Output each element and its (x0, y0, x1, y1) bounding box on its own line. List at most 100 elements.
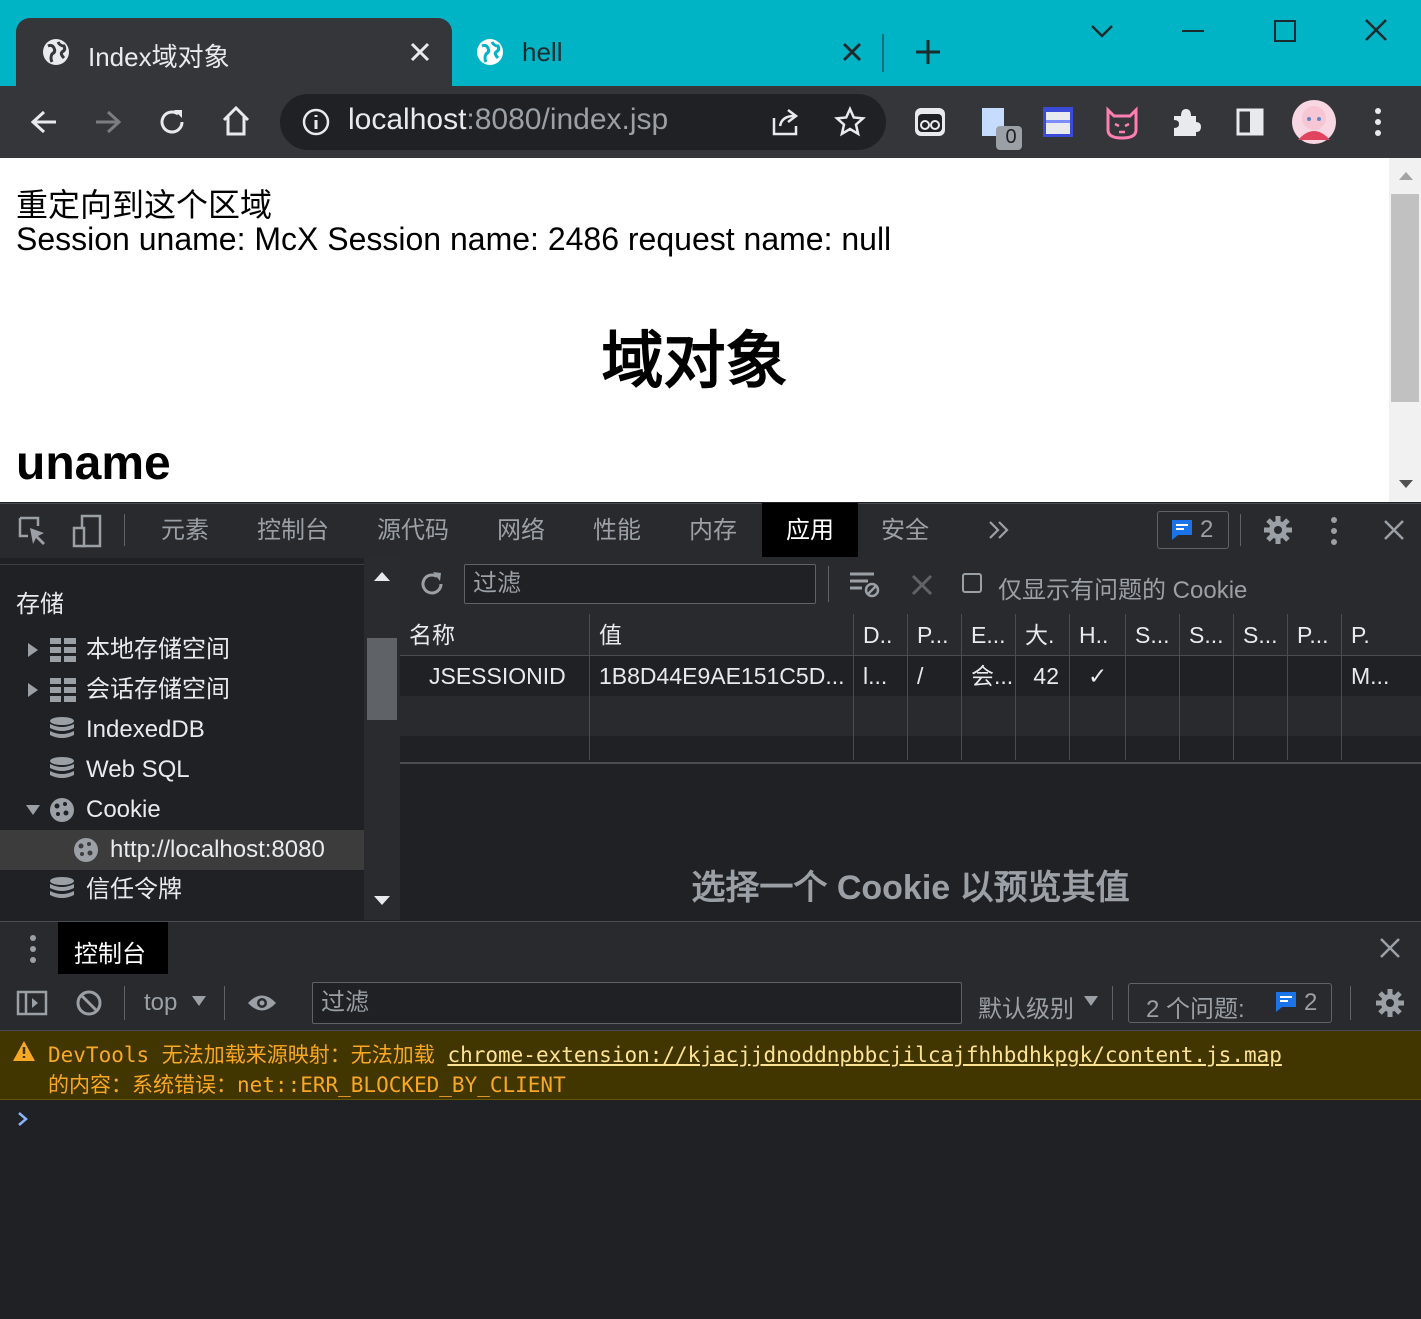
devtools-menu-icon[interactable] (1328, 516, 1340, 546)
tab-elements[interactable]: 元素 (144, 503, 226, 557)
col-header-value[interactable]: 值 (590, 614, 854, 656)
clear-console-icon[interactable] (76, 990, 102, 1016)
drawer-menu-icon[interactable] (28, 934, 38, 964)
console-settings-gear-icon[interactable] (1374, 987, 1406, 1019)
sidebar-item-label: 本地存储空间 (86, 636, 230, 663)
menu-kebab-icon[interactable] (1372, 106, 1384, 138)
avatar[interactable] (1292, 100, 1336, 144)
col-header-secure[interactable]: S... (1126, 614, 1180, 656)
col-header-priority[interactable]: P. (1342, 614, 1421, 656)
chevron-down-icon[interactable] (1090, 22, 1114, 40)
dropdown-arrow-icon[interactable] (192, 996, 206, 1006)
sidebar-item-cookie-localhost[interactable]: http://localhost:8080 (0, 830, 364, 870)
clear-filtered-icon[interactable] (848, 570, 882, 598)
home-icon[interactable] (220, 104, 252, 138)
close-drawer-icon[interactable] (1378, 936, 1402, 960)
close-tab-icon[interactable] (408, 40, 432, 64)
extension-glasses-icon[interactable] (914, 106, 946, 138)
dropdown-arrow-icon[interactable] (1084, 996, 1098, 1006)
console-filter-input[interactable]: 过滤 (312, 982, 962, 1024)
toolbar-divider (224, 986, 225, 1020)
refresh-icon[interactable] (418, 570, 446, 598)
console-prompt-area[interactable] (0, 1100, 1421, 1319)
message-icon (1274, 990, 1298, 1014)
minimize-icon[interactable] (1182, 30, 1204, 32)
info-icon[interactable] (302, 108, 330, 136)
tab-application[interactable]: 应用 (762, 503, 858, 557)
side-panel-icon[interactable] (1236, 108, 1264, 136)
cell-expires: 会... (962, 656, 1016, 696)
warning-link[interactable]: chrome-extension://kjacjjdnoddnpbbcjilca… (447, 1043, 1281, 1067)
col-header-httponly[interactable]: H.. (1070, 614, 1126, 656)
share-icon[interactable] (770, 106, 802, 138)
page-line-redirect: 重定向到这个区域 (16, 187, 273, 223)
scroll-up-icon[interactable] (1399, 172, 1413, 180)
eye-icon[interactable] (246, 992, 278, 1014)
expand-arrow-icon[interactable] (28, 643, 38, 657)
tab-index[interactable] (16, 18, 452, 86)
close-tab-icon[interactable] (840, 40, 864, 64)
col-header-size[interactable]: 大. (1016, 614, 1070, 656)
log-level-selector[interactable]: 默认级别 (978, 989, 1074, 1024)
device-toggle-icon[interactable] (72, 514, 102, 548)
url-text[interactable]: localhost:8080/index.jsp (348, 103, 668, 137)
tab-title[interactable]: hell (522, 37, 562, 68)
issues-count: 2 (1200, 516, 1214, 543)
url-host: localhost (348, 103, 467, 136)
cell-sameparty (1234, 656, 1288, 696)
sidebar-item-session-storage[interactable]: 会话存储空间 (0, 670, 364, 710)
page-scrollbar[interactable] (1389, 158, 1421, 502)
sidebar-item-websql[interactable]: Web SQL (0, 750, 364, 790)
sidebar-item-trust-tokens[interactable]: 信任令牌 (0, 870, 364, 910)
cookie-icon (49, 797, 75, 823)
cookie-filter-input[interactable]: 过滤 (464, 564, 816, 604)
reload-icon[interactable] (156, 106, 188, 138)
col-header-domain[interactable]: D.. (854, 614, 908, 656)
only-issues-checkbox[interactable] (962, 573, 982, 593)
tab-sources[interactable]: 源代码 (360, 503, 466, 557)
tab-security[interactable]: 安全 (864, 503, 946, 557)
more-tabs-icon[interactable] (988, 520, 1010, 540)
scroll-up-icon[interactable] (374, 572, 390, 581)
delete-icon[interactable] (910, 573, 934, 597)
inspect-element-icon[interactable] (18, 516, 48, 546)
toolbar-divider (828, 566, 829, 602)
settings-gear-icon[interactable] (1262, 514, 1294, 546)
col-header-path[interactable]: P... (908, 614, 962, 656)
col-header-sameparty[interactable]: S... (1234, 614, 1288, 656)
back-icon[interactable] (28, 106, 60, 138)
col-header-expires[interactable]: E... (962, 614, 1016, 656)
scroll-down-icon[interactable] (1399, 480, 1413, 488)
sidebar-item-label: 会话存储空间 (86, 676, 230, 703)
scroll-thumb[interactable] (367, 638, 397, 720)
col-header-name[interactable]: 名称 (400, 614, 590, 656)
close-window-icon[interactable] (1364, 18, 1388, 42)
tab-network[interactable]: 网络 (480, 503, 562, 557)
bookmark-star-icon[interactable] (834, 106, 866, 138)
new-tab-icon[interactable] (914, 38, 942, 66)
tab-memory[interactable]: 内存 (672, 503, 754, 557)
close-devtools-icon[interactable] (1382, 518, 1406, 542)
forward-icon[interactable] (92, 106, 124, 138)
drawer-tab-console[interactable]: 控制台 (58, 922, 168, 974)
scroll-thumb[interactable] (1391, 194, 1419, 402)
issues-label: 2 个问题: (1146, 996, 1245, 1023)
maximize-icon[interactable] (1274, 20, 1296, 42)
sidebar-item-indexeddb[interactable]: IndexedDB (0, 710, 364, 750)
sidebar-item-local-storage[interactable]: 本地存储空间 (0, 630, 364, 670)
sidebar-scrollbar[interactable] (364, 558, 400, 920)
sidebar-item-cookie[interactable]: Cookie (0, 790, 364, 830)
extensions-puzzle-icon[interactable] (1170, 106, 1202, 138)
expand-arrow-icon[interactable] (28, 683, 38, 697)
context-selector[interactable]: top (144, 989, 177, 1017)
tab-performance[interactable]: 性能 (576, 503, 658, 557)
sidebar-toggle-icon[interactable] (16, 990, 48, 1016)
extension-cat-icon[interactable] (1104, 104, 1140, 140)
tab-console[interactable]: 控制台 (240, 503, 346, 557)
scroll-down-icon[interactable] (374, 896, 390, 905)
extension-window-icon[interactable] (1042, 106, 1074, 138)
col-header-samesite[interactable]: S... (1180, 614, 1234, 656)
col-header-partition[interactable]: P... (1288, 614, 1342, 656)
toolbar-divider (1350, 986, 1351, 1020)
collapse-arrow-icon[interactable] (26, 805, 40, 815)
